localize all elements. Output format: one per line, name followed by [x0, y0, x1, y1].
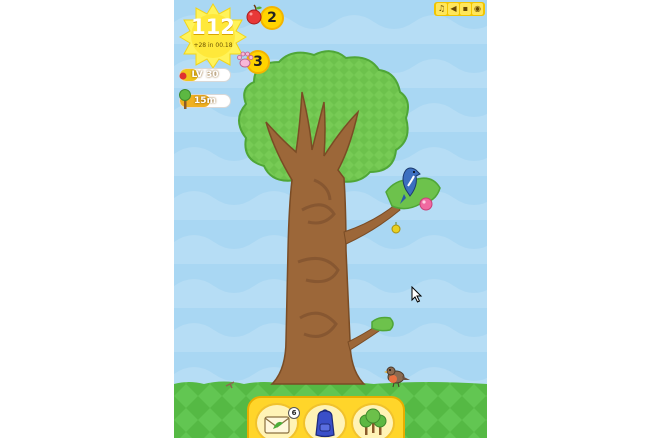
paw-icon [237, 51, 254, 68]
mail-count-badge: 6 [288, 407, 300, 419]
music-toggle-button[interactable]: ♫ [436, 3, 447, 15]
tree-height-icon [179, 89, 191, 109]
save-button[interactable]: ▪ [460, 3, 471, 15]
forest-icon [359, 408, 387, 435]
forest-button[interactable] [351, 403, 395, 438]
backpack-icon [315, 409, 335, 438]
branch-lower-leaves [371, 316, 394, 332]
toolbar: ♫ ◀ ▪ ◉ [434, 2, 485, 16]
level-marker-icon [179, 72, 187, 80]
apple-icon [246, 4, 262, 25]
sound-icon: ◀ [450, 4, 457, 13]
sound-toggle-button[interactable]: ◀ [448, 3, 459, 15]
sun-score: 112 [191, 15, 235, 39]
mouse-cursor-icon [411, 286, 423, 303]
music-icon: ♫ [437, 4, 446, 13]
view-toggle-button[interactable]: ◉ [472, 3, 483, 15]
backpack-button[interactable] [303, 403, 347, 438]
bottom-tray: 6 [247, 396, 405, 438]
level-label: LV 30 [191, 70, 219, 80]
sun-rate: +28 in 00.18 [193, 42, 233, 49]
apple-count: 2 [267, 10, 277, 26]
pink-fruit[interactable] [419, 197, 433, 211]
eye-icon: ◉ [474, 4, 481, 13]
save-icon: ▪ [462, 4, 469, 13]
game-area[interactable]: ♫ ◀ ▪ ◉ 112 +28 in 00.18 2 3 LV 30 15m 6 [174, 0, 487, 438]
mail-button[interactable]: 6 [255, 403, 300, 438]
